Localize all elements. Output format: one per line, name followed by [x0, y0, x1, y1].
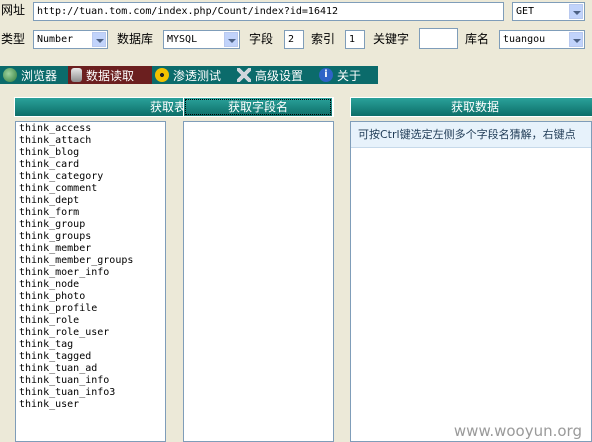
tab-label: 数据读取 [86, 68, 135, 83]
list-item[interactable]: think_card [19, 159, 165, 171]
field-label: 字段 [249, 32, 274, 46]
db-value: MYSQL [167, 34, 198, 45]
info-icon: i [319, 68, 333, 82]
list-item[interactable]: think_tuan_info3 [19, 387, 165, 399]
url-input[interactable]: http://tuan.tom.com/index.php/Count/inde… [33, 2, 504, 21]
radiation-icon [155, 68, 169, 82]
list-item[interactable]: think_user [19, 399, 165, 411]
chevron-down-icon[interactable] [569, 4, 583, 19]
field-count-input[interactable]: 2 [284, 30, 304, 49]
list-item[interactable]: think_comment [19, 183, 165, 195]
list-item[interactable]: think_member [19, 243, 165, 255]
list-item[interactable]: think_member_groups [19, 255, 165, 267]
index-input[interactable]: 1 [345, 30, 365, 49]
chevron-down-icon[interactable] [569, 32, 583, 47]
database-icon [71, 68, 82, 82]
type-select[interactable]: Number [33, 30, 108, 49]
dbname-label: 库名 [465, 32, 490, 46]
dbname-value: tuangou [503, 34, 546, 45]
list-item[interactable]: think_category [19, 171, 165, 183]
db-select[interactable]: MYSQL [163, 30, 240, 49]
keyword-label: 关键字 [373, 32, 410, 46]
chevron-down-icon[interactable] [92, 32, 106, 47]
dbname-select[interactable]: tuangou [499, 30, 585, 49]
watermark: www.wooyun.org [453, 422, 582, 440]
tab-advanced[interactable]: 高级设置 [234, 66, 316, 84]
list-item[interactable]: think_attach [19, 135, 165, 147]
list-item[interactable]: think_profile [19, 303, 165, 315]
list-item[interactable]: think_tuan_info [19, 375, 165, 387]
url-label: 网址 [1, 3, 26, 17]
list-item[interactable]: think_node [19, 279, 165, 291]
list-item[interactable]: think_form [19, 207, 165, 219]
list-item[interactable]: think_access [19, 123, 165, 135]
list-item[interactable]: think_tagged [19, 351, 165, 363]
tab-pentest[interactable]: 渗透测试 [152, 66, 234, 84]
list-item[interactable]: think_groups [19, 231, 165, 243]
tab-label: 关于 [337, 68, 362, 83]
get-data-button[interactable]: 获取数据 [350, 97, 592, 117]
list-item[interactable]: think_moer_info [19, 267, 165, 279]
tools-icon [237, 68, 251, 82]
tab-about[interactable]: i 关于 [316, 66, 378, 84]
data-hint: 可按Ctrl键选定左侧多个字段名猜解，右键点 [351, 122, 591, 148]
type-value: Number [37, 34, 74, 45]
chevron-down-icon[interactable] [224, 32, 238, 47]
list-item[interactable]: think_tuan_ad [19, 363, 165, 375]
table-list[interactable]: think_access think_attach think_blog thi… [15, 121, 166, 442]
tab-browser[interactable]: 浏览器 [0, 66, 68, 84]
tab-label: 渗透测试 [173, 68, 222, 83]
keyword-input[interactable] [419, 28, 458, 49]
list-item[interactable]: think_tag [19, 339, 165, 351]
tab-bar: 浏览器 数据读取 渗透测试 高级设置 i 关于 [0, 66, 378, 84]
list-item[interactable]: think_photo [19, 291, 165, 303]
tab-label: 高级设置 [255, 68, 304, 83]
tab-label: 浏览器 [21, 68, 58, 83]
list-item[interactable]: think_blog [19, 147, 165, 159]
list-item[interactable]: think_dept [19, 195, 165, 207]
method-select[interactable]: GET [512, 2, 585, 21]
list-item[interactable]: think_role [19, 315, 165, 327]
method-value: GET [516, 6, 535, 17]
data-area[interactable]: 可按Ctrl键选定左侧多个字段名猜解，右键点 [350, 121, 592, 442]
list-item[interactable]: think_role_user [19, 327, 165, 339]
field-list[interactable] [183, 121, 334, 442]
db-label: 数据库 [117, 32, 154, 46]
index-label: 索引 [311, 32, 336, 46]
globe-icon [3, 68, 17, 82]
get-fields-button[interactable]: 获取字段名 [183, 97, 333, 117]
list-item[interactable]: think_group [19, 219, 165, 231]
type-label: 类型 [1, 32, 26, 46]
tab-data-read[interactable]: 数据读取 [68, 66, 152, 84]
